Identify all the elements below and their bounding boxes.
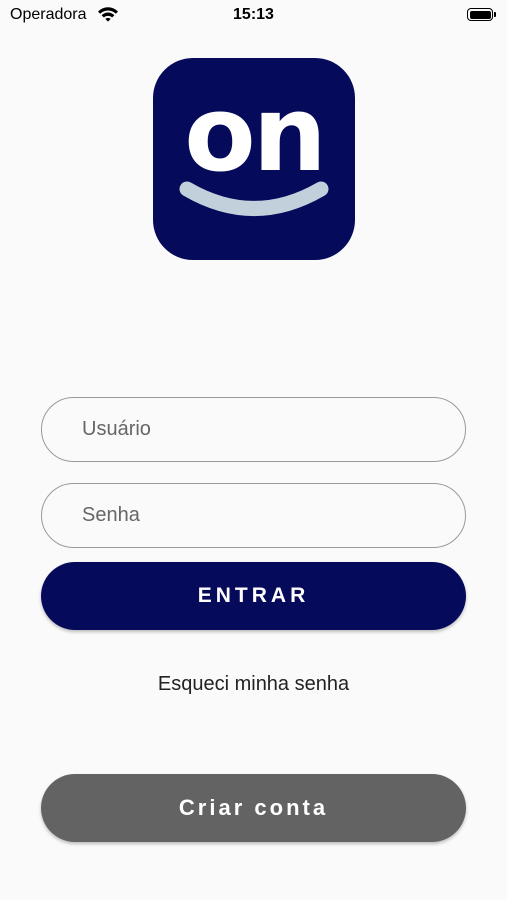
- login-button[interactable]: ENTRAR: [41, 562, 466, 630]
- logo-text: on: [184, 73, 324, 195]
- status-time: 15:13: [233, 6, 274, 23]
- create-account-button[interactable]: Criar conta: [41, 774, 466, 842]
- app-logo-graphic: on: [179, 73, 329, 216]
- forgot-password-link[interactable]: Esqueci minha senha: [0, 673, 507, 696]
- battery-tip: [494, 12, 496, 17]
- status-bar: Operadora 15:13: [0, 0, 507, 30]
- username-input[interactable]: [41, 397, 466, 462]
- password-input[interactable]: [41, 483, 466, 548]
- app-logo: on: [153, 58, 355, 260]
- battery-icon: [467, 8, 493, 21]
